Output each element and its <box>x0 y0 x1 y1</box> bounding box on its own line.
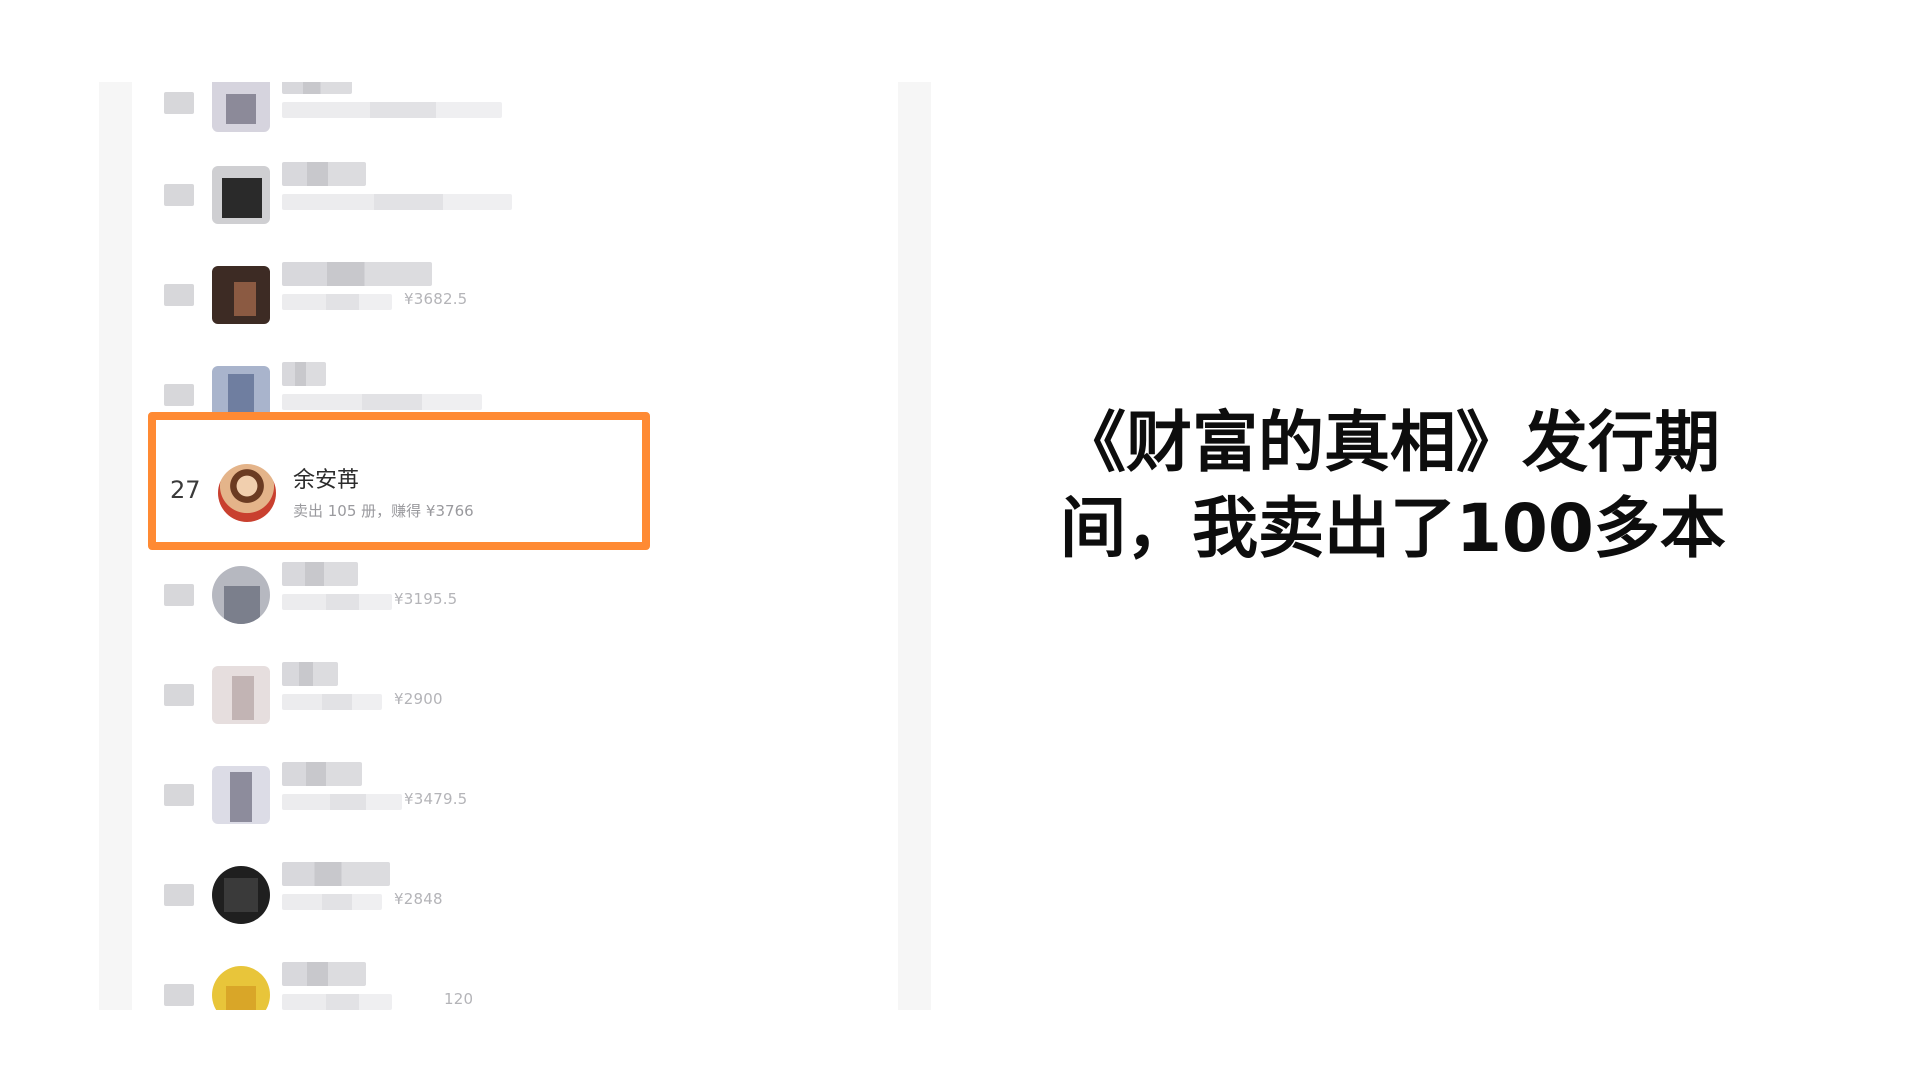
earnings-partial: 120 <box>444 990 474 1008</box>
earnings-partial: ¥3682.5 <box>404 290 468 308</box>
stats-blurred <box>282 102 502 118</box>
stats-blurred <box>282 894 382 910</box>
leaderboard-row[interactable] <box>132 82 898 162</box>
rank-blurred <box>164 92 194 114</box>
sales-stats: 卖出 105 册，赚得 ¥3766 <box>293 502 474 520</box>
caption: 《财富的真相》发行期 间，我卖出了100多本 <box>1060 400 1820 572</box>
user-name: 余安苒 <box>293 468 360 493</box>
leaderboard-row[interactable]: 120 <box>132 954 898 1010</box>
earnings-partial: ¥3479.5 <box>404 790 468 808</box>
avatar-blurred <box>212 666 270 724</box>
avatar-blurred <box>212 166 270 224</box>
name-blurred <box>282 662 338 686</box>
avatar <box>218 464 276 522</box>
stats-blurred <box>282 594 392 610</box>
name-blurred <box>282 162 366 186</box>
avatar-blurred <box>212 566 270 624</box>
name-blurred <box>282 562 358 586</box>
rank-blurred <box>164 884 194 906</box>
leaderboard-row[interactable]: ¥3195.5 <box>132 554 898 654</box>
rank-blurred <box>164 284 194 306</box>
highlighted-row[interactable]: 27 余安苒 卖出 105 册，赚得 ¥3766 <box>148 412 650 550</box>
earnings-partial: ¥2848 <box>394 890 443 908</box>
avatar-blurred <box>212 866 270 924</box>
name-blurred <box>282 262 432 286</box>
leaderboard-row[interactable]: ¥3682.5 <box>132 254 898 354</box>
avatar-blurred <box>212 766 270 824</box>
leaderboard-row[interactable]: ¥2848 <box>132 854 898 954</box>
rank-blurred <box>164 384 194 406</box>
rank-number: 27 <box>170 476 201 504</box>
earnings-partial: ¥2900 <box>394 690 443 708</box>
stats-blurred <box>282 294 392 310</box>
stats-blurred <box>282 794 402 810</box>
avatar-blurred <box>212 82 270 132</box>
stats-blurred <box>282 194 512 210</box>
rank-blurred <box>164 684 194 706</box>
stats-blurred <box>282 994 392 1010</box>
caption-line-2: 间，我卖出了100多本 <box>1060 490 1726 567</box>
stats-blurred <box>282 694 382 710</box>
caption-line-1: 《财富的真相》发行期 <box>1060 404 1720 481</box>
rank-blurred <box>164 584 194 606</box>
leaderboard-row[interactable]: ¥2900 <box>132 654 898 754</box>
rank-blurred <box>164 784 194 806</box>
avatar-blurred <box>212 966 270 1010</box>
earnings-partial: ¥3195.5 <box>394 590 458 608</box>
name-blurred <box>282 362 326 386</box>
name-blurred <box>282 862 390 886</box>
rank-blurred <box>164 984 194 1006</box>
name-blurred <box>282 962 366 986</box>
stats-blurred <box>282 394 482 410</box>
leaderboard-row[interactable] <box>132 154 898 254</box>
leaderboard-row[interactable]: ¥3479.5 <box>132 754 898 854</box>
name-blurred <box>282 82 352 94</box>
name-blurred <box>282 762 362 786</box>
avatar-blurred <box>212 266 270 324</box>
rank-blurred <box>164 184 194 206</box>
